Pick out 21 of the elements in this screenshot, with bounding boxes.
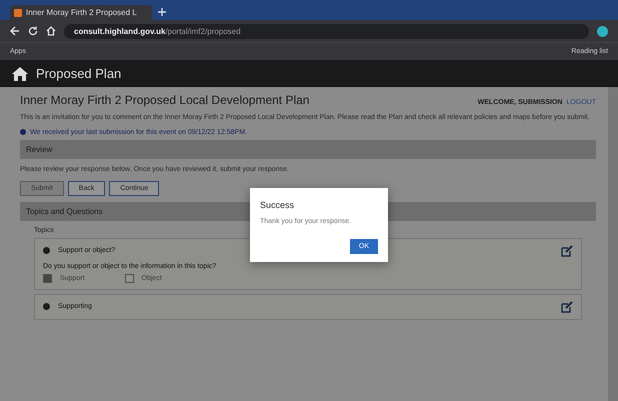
app-title: Proposed Plan bbox=[36, 66, 122, 81]
page-title: Inner Moray Firth 2 Proposed Local Development Plan bbox=[20, 93, 310, 107]
status-icon bbox=[43, 247, 50, 254]
radio-button[interactable] bbox=[43, 274, 52, 283]
address-bar[interactable]: consult.highland.gov.uk/portal/imf2/proposed bbox=[64, 24, 589, 38]
edit-icon[interactable] bbox=[561, 300, 573, 313]
site-icon bbox=[14, 8, 22, 16]
reload-icon[interactable] bbox=[28, 26, 38, 36]
home-icon[interactable] bbox=[12, 66, 28, 80]
new-tab-icon[interactable] bbox=[158, 8, 166, 16]
status-icon bbox=[43, 303, 50, 310]
browser-tab[interactable]: Inner Moray Firth 2 Proposed L bbox=[10, 5, 152, 20]
edit-icon[interactable] bbox=[561, 244, 573, 257]
dialog-title: Success bbox=[260, 200, 296, 210]
scrollbar[interactable] bbox=[608, 87, 618, 401]
info-icon bbox=[20, 129, 26, 136]
profile-avatar[interactable] bbox=[597, 26, 608, 36]
home-icon[interactable] bbox=[46, 26, 56, 36]
back-icon[interactable] bbox=[10, 26, 20, 36]
radio-button[interactable] bbox=[124, 274, 134, 283]
section-header: Review bbox=[20, 140, 596, 159]
